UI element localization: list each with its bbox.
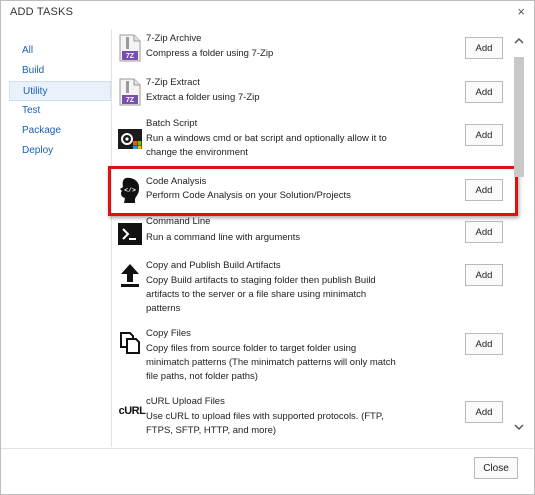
task-description: Extract a folder using 7-Zip	[146, 92, 260, 103]
scroll-thumb[interactable]	[514, 57, 524, 177]
sidebar-item-test[interactable]: Test	[9, 101, 111, 121]
task-name: Copy Files	[146, 328, 191, 339]
task-item: 7Z 7-Zip Extract Extract a folder using …	[112, 73, 512, 117]
add-button[interactable]: Add	[465, 81, 503, 103]
task-description: Copy files from source folder to target …	[146, 343, 396, 382]
sidebar-item-all[interactable]: All	[9, 41, 111, 61]
sidebar-item-deploy[interactable]: Deploy	[9, 141, 111, 161]
curl-icon: cURL	[118, 397, 146, 425]
7zip-badge-text: 7Z	[126, 53, 135, 60]
sidebar-item-package[interactable]: Package	[9, 121, 111, 141]
task-item: Copy Files Copy files from source folder…	[112, 327, 512, 393]
task-description: Compress a folder using 7-Zip	[146, 48, 274, 59]
add-button[interactable]: Add	[465, 124, 503, 146]
code-analysis-highlight	[108, 166, 518, 216]
task-description: Use cURL to upload files with supported …	[146, 411, 384, 436]
task-description: Copy Build artifacts to staging folder t…	[146, 275, 376, 314]
task-list: 7Z 7-Zip Archive Compress a folder using…	[112, 29, 512, 444]
batch-script-icon	[118, 125, 142, 153]
upload-arrow-icon	[118, 261, 142, 289]
7zip-badge-text: 7Z	[126, 97, 135, 104]
task-item: 7Z 7-Zip Archive Compress a folder using…	[112, 29, 512, 73]
7zip-extract-icon: 7Z	[118, 78, 142, 106]
add-button[interactable]: Add	[465, 264, 503, 286]
task-name: cURL Upload Files	[146, 396, 225, 407]
add-button[interactable]: Add	[465, 37, 503, 59]
add-button[interactable]: Add	[465, 401, 503, 423]
7zip-archive-icon: 7Z	[118, 34, 142, 62]
add-tasks-dialog: ADD TASKS × All Build Utility Test Packa…	[0, 0, 535, 495]
sidebar-item-utility[interactable]: Utility	[9, 81, 111, 101]
task-item: Copy and Publish Build Artifacts Copy Bu…	[112, 259, 512, 327]
sidebar-item-build[interactable]: Build	[9, 61, 111, 81]
task-item: Command Line Run a command line with arg…	[112, 216, 512, 256]
copy-files-icon	[118, 329, 142, 357]
task-description: Run a windows cmd or bat script and opti…	[146, 133, 387, 158]
task-name: Batch Script	[146, 118, 198, 129]
scroll-track[interactable]	[514, 57, 524, 421]
task-list-scrollbar[interactable]	[512, 37, 526, 437]
footer-divider	[1, 448, 534, 449]
task-item: cURL cURL Upload Files Use cURL to uploa…	[112, 395, 512, 444]
command-line-icon	[118, 220, 142, 248]
task-description: Run a command line with arguments	[146, 232, 301, 243]
close-icon[interactable]: ×	[517, 4, 525, 19]
scroll-up-icon[interactable]	[513, 37, 525, 49]
curl-icon-text: cURL	[118, 405, 146, 417]
dialog-titlebar: ADD TASKS ×	[1, 1, 534, 23]
task-name: Command Line	[146, 216, 211, 227]
task-item: Batch Script Run a windows cmd or bat sc…	[112, 117, 512, 165]
category-sidebar: All Build Utility Test Package Deploy	[9, 41, 111, 161]
task-name: 7-Zip Extract	[146, 77, 200, 88]
add-button[interactable]: Add	[465, 221, 503, 243]
task-name: 7-Zip Archive	[146, 33, 202, 44]
scroll-down-icon[interactable]	[513, 423, 525, 435]
dialog-title: ADD TASKS	[10, 6, 74, 18]
task-name: Copy and Publish Build Artifacts	[146, 260, 281, 271]
close-button[interactable]: Close	[474, 457, 518, 479]
add-button[interactable]: Add	[465, 333, 503, 355]
